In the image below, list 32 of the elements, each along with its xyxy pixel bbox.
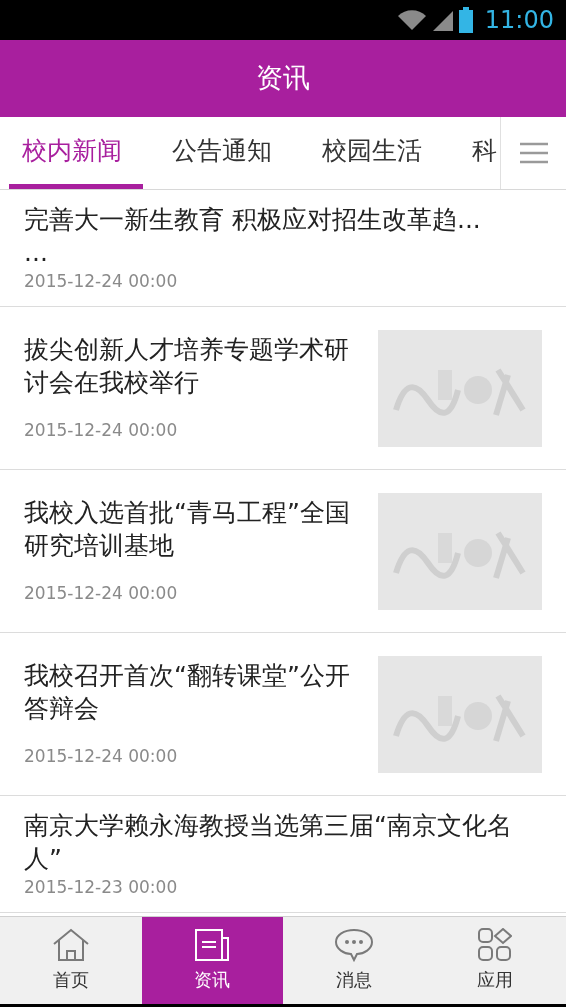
wifi-icon <box>396 9 427 31</box>
newspaper-icon <box>194 928 231 962</box>
news-title: 南京大学赖永海教授当选第三届“南京文化名人” <box>24 810 513 875</box>
news-date: 2015-12-24 00:00 <box>24 270 179 293</box>
news-title: 拔尖创新人才培养专题学术研讨会在我校举行 <box>24 334 350 399</box>
battery-icon <box>458 7 473 33</box>
news-date: 2015-12-23 00:00 <box>24 876 179 899</box>
news-item[interactable]: 我校入选首批“青马工程”全国研究培训基地 2015-12-24 00:00 <box>0 470 566 633</box>
news-date: 2015-12-24 00:00 <box>24 418 179 442</box>
news-item[interactable]: 我校召开首次“翻转课堂”公开答辩会 2015-12-24 00:00 <box>0 633 566 796</box>
news-item[interactable]: 完善大一新生教育 积极应对招生改革趋... ... 2015-12-24 00:00 <box>0 190 566 307</box>
nav-tab[interactable]: 首页 <box>0 917 142 1004</box>
signal-icon <box>432 9 453 31</box>
news-date: 2015-12-24 00:00 <box>24 744 179 768</box>
page-title: 资讯 <box>256 61 310 96</box>
news-item[interactable]: 拔尖创新人才培养专题学术研讨会在我校举行 2015-12-24 00:00 <box>0 307 566 470</box>
category-tab[interactable]: 校园生活 <box>309 117 443 189</box>
nav-tab[interactable]: 资讯 <box>141 917 283 1004</box>
news-title: 我校入选首批“青马工程”全国研究培训基地 <box>24 497 351 562</box>
nav-tab[interactable]: 消息 <box>283 917 425 1004</box>
clock-time: 11:00 <box>484 5 554 36</box>
apps-icon <box>478 928 513 962</box>
chat-icon <box>333 928 374 962</box>
category-tab[interactable]: 公告通知 <box>159 117 293 189</box>
category-tab[interactable]: 科 <box>459 117 500 189</box>
menu-icon <box>519 142 548 164</box>
news-title: 完善大一新生教育 积极应对招生改革趋... ... <box>24 204 482 269</box>
home-icon <box>51 928 90 962</box>
news-date: 2015-12-24 00:00 <box>24 581 179 605</box>
nav-tab[interactable]: 应用 <box>424 917 566 1004</box>
news-title: 我校召开首次“翻转课堂”公开答辩会 <box>24 660 351 725</box>
news-item[interactable]: 南京大学赖永海教授当选第三届“南京文化名人” 2015-12-23 00:00 <box>0 796 566 913</box>
